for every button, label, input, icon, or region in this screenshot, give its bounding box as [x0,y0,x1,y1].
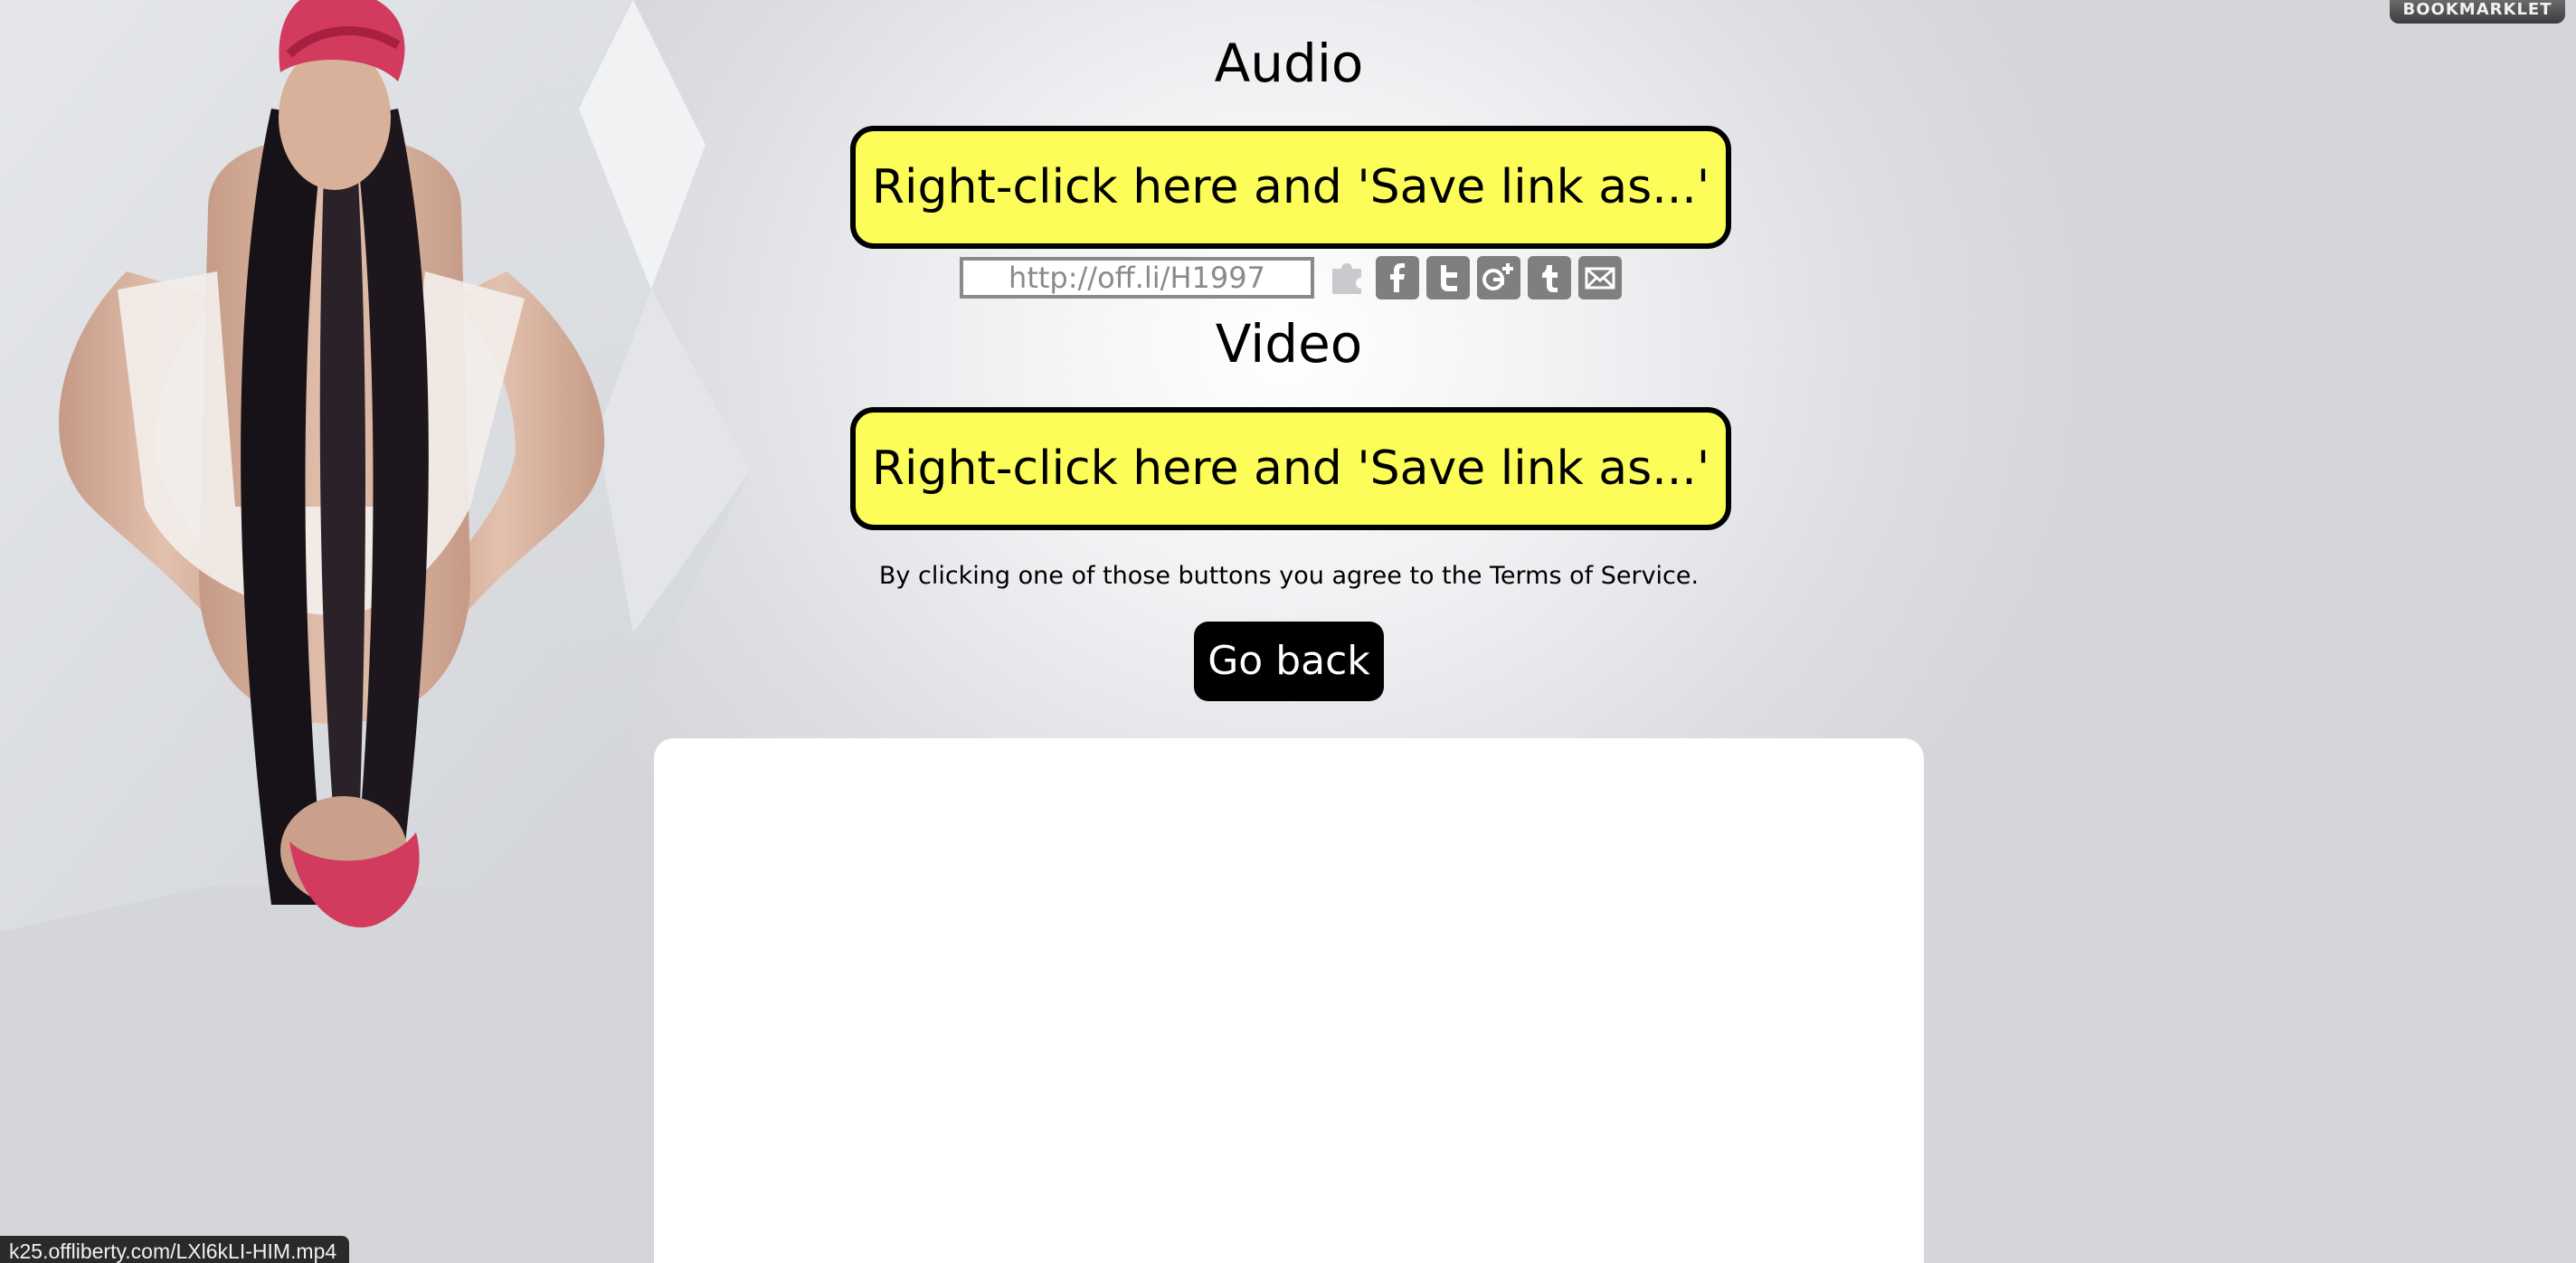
facebook-icon[interactable] [1376,256,1419,299]
audio-save-link-button[interactable]: Right-click here and 'Save link as...' [850,126,1731,249]
puzzle-icon[interactable] [1325,256,1368,299]
twitter-icon[interactable] [1426,256,1470,299]
short-url-field[interactable] [960,257,1314,299]
content-panel [654,738,1924,1263]
kaleidoscope-portrait-image [0,0,751,932]
go-back-button[interactable]: Go back [1194,622,1384,701]
share-bar [960,255,1629,300]
audio-heading: Audio [1214,33,1364,94]
tumblr-icon[interactable] [1528,256,1571,299]
terms-of-service-notice: By clicking one of those buttons you agr… [878,562,1700,590]
status-bar-url: k25.offliberty.com/LXl6kLI-HIM.mp4 [0,1236,350,1263]
google-plus-icon[interactable] [1477,256,1520,299]
video-heading: Video [1215,313,1363,375]
bookmarklet-tab[interactable]: BOOKMARKLET [2390,0,2565,24]
email-icon[interactable] [1578,256,1622,299]
video-save-link-button[interactable]: Right-click here and 'Save link as...' [850,407,1731,530]
